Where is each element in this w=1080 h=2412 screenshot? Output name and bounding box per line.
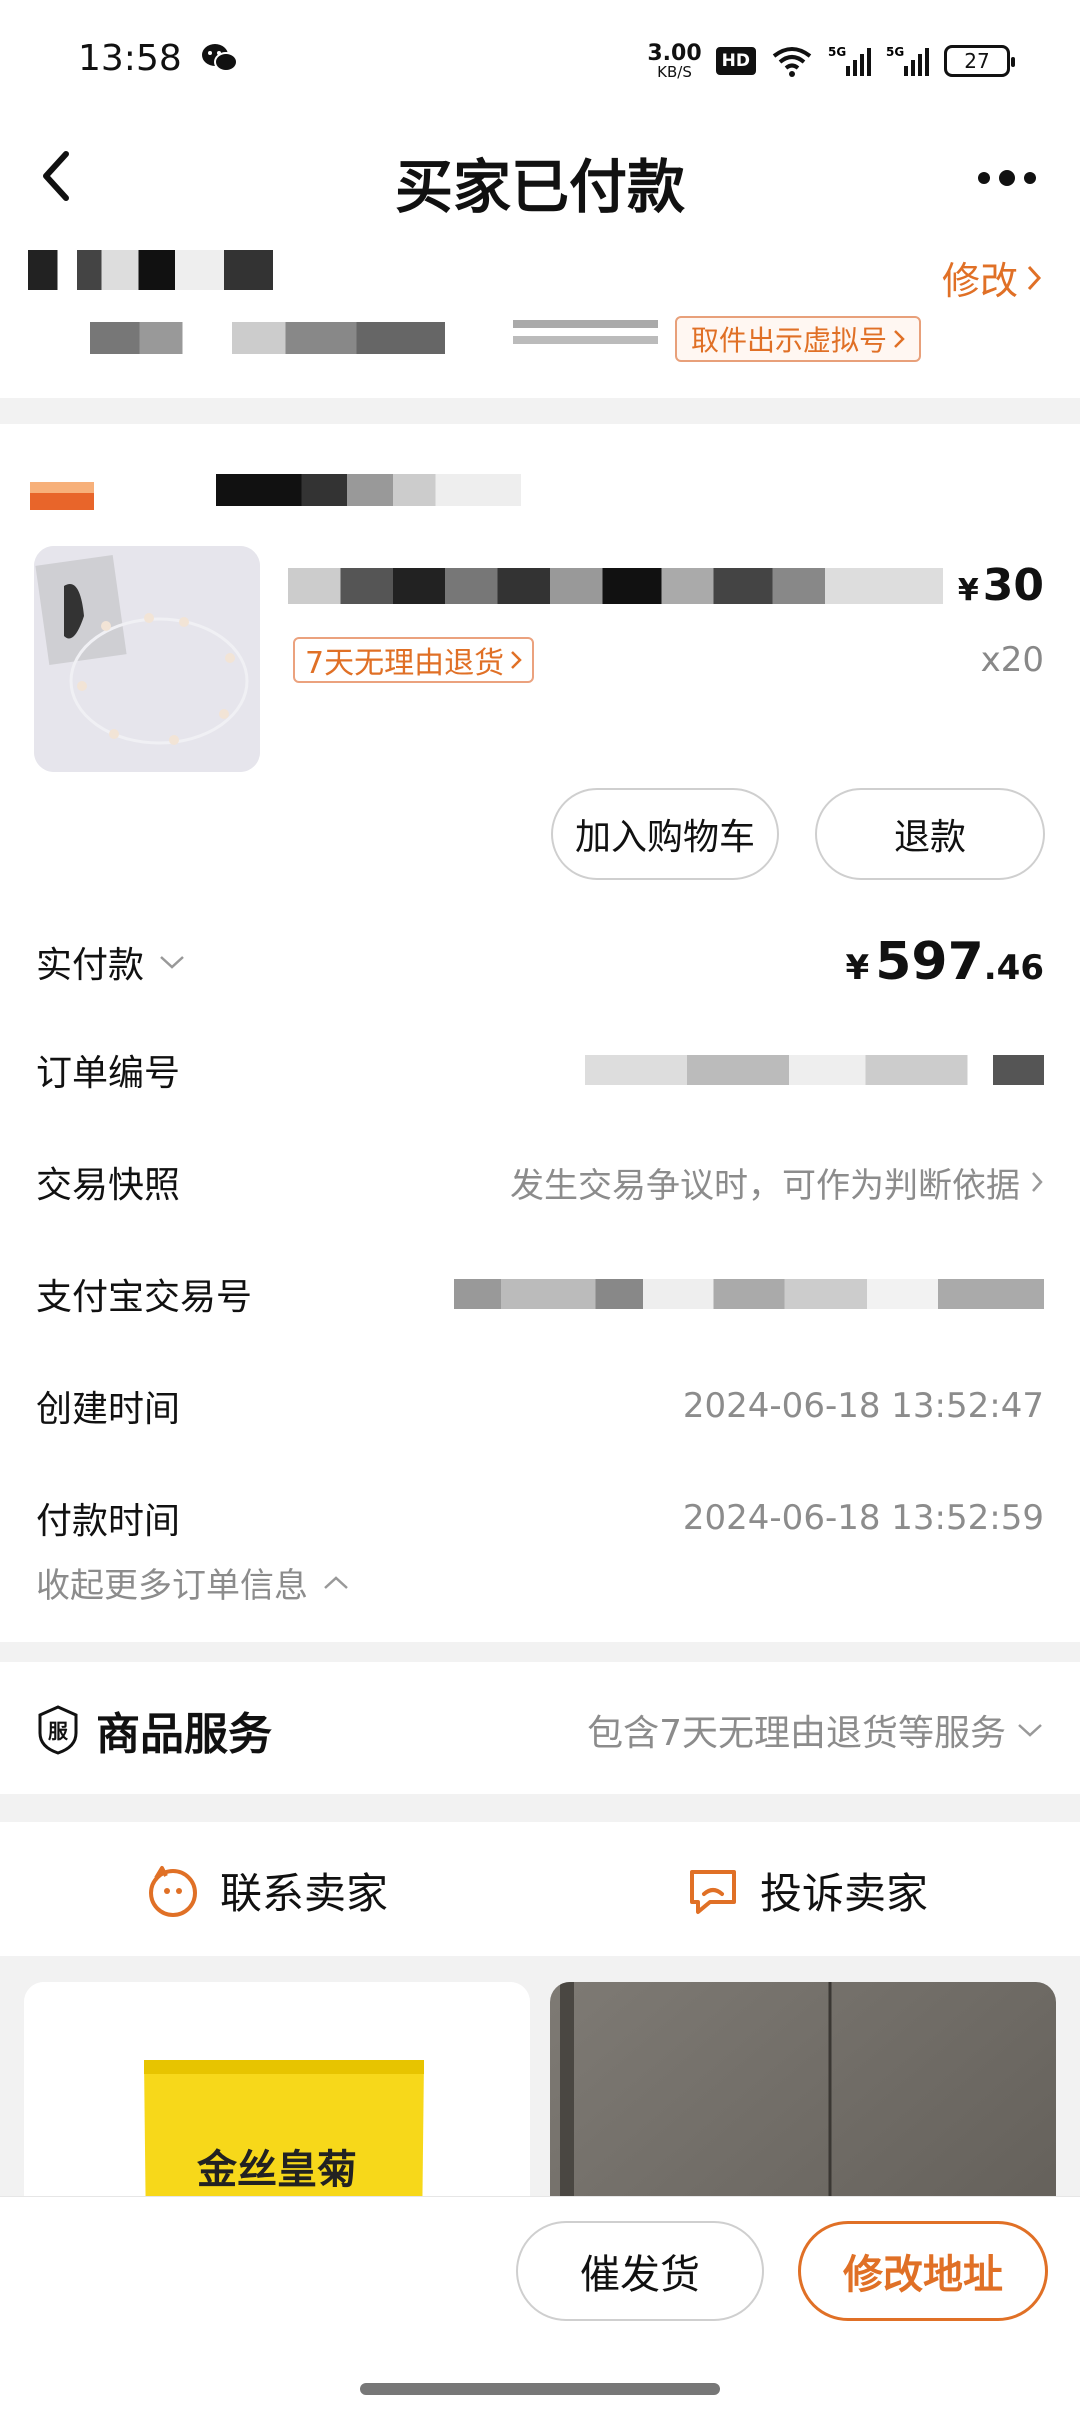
contact-seller-button[interactable]: 联系卖家 [146,1860,388,1921]
service-value: 包含7天无理由退货等服务 [587,1704,1044,1756]
chevron-down-icon [160,956,184,969]
virtual-number-button[interactable]: 取件出示虚拟号 [675,316,922,362]
paid-label-text: 实付款 [36,945,145,986]
complain-seller-label: 投诉卖家 [760,1869,929,1918]
service-title: 服 商品服务 [36,1698,272,1762]
paid-time-value: 2024-06-18 13:52:59 [682,1498,1044,1538]
order-card: ¥30 7天无理由退货 x20 加入购物车 退款 实付款 ¥ 597 .46 订… [0,424,1080,1642]
alipay-number-row: 支付宝交易号 [36,1264,1044,1324]
svg-text:服: 服 [48,1719,69,1743]
battery-level: 27 [964,49,990,73]
order-number-redacted [534,1055,1044,1085]
chevron-right-icon [511,651,522,669]
collapse-order-info[interactable]: 收起更多订单信息 [36,1558,350,1607]
service-title-text: 商品服务 [96,1709,272,1760]
address-card: 修改 取件出示虚拟号 [0,238,1080,398]
product-image[interactable] [34,546,260,772]
complaint-icon [690,1869,736,1914]
chevron-right-icon [1032,1172,1043,1192]
product-title-redacted[interactable] [288,568,943,604]
product-price-value: 30 [982,560,1044,611]
alipay-number-label: 支付宝交易号 [36,1277,253,1318]
net-speed: 3.00 KB/S [647,40,702,81]
shop-logo [30,482,94,510]
refund-button[interactable]: 退款 [815,788,1045,880]
nav-bar: 买家已付款 [0,120,1080,238]
snapshot-hint: 发生交易争议时，可作为判断依据 [510,1165,1020,1206]
product-quantity: x20 [980,640,1044,680]
chevron-up-icon [324,1575,348,1589]
paid-decimal: .46 [983,948,1044,988]
created-time-row: 创建时间 2024-06-18 13:52:47 [36,1376,1044,1436]
paid-currency: ¥ [845,948,870,988]
svg-text:5G: 5G [828,45,846,59]
net-speed-value: 3.00 [647,40,702,66]
paid-time-label: 付款时间 [36,1501,181,1542]
status-time: 13:58 [78,38,182,79]
more-icon[interactable] [974,158,1040,198]
paid-time-row: 付款时间 2024-06-18 13:52:59 [36,1488,1044,1548]
chat-face-icon [149,1865,197,1917]
product-price-currency: ¥ [957,573,979,608]
service-value-text: 包含7天无理由退货等服务 [587,1713,1006,1754]
service-badge-icon: 服 [38,1705,78,1755]
service-card[interactable]: 服 商品服务 包含7天无理由退货等服务 [0,1662,1080,1794]
recipient-info-redacted [28,250,273,290]
page-title: 买家已付款 [394,153,685,221]
add-to-cart-button[interactable]: 加入购物车 [551,788,779,880]
home-indicator[interactable] [360,2383,720,2395]
paid-integer: 597 [875,932,984,992]
hd-badge: HD [715,47,756,75]
order-number-label: 订单编号 [36,1053,181,1094]
snapshot-label: 交易快照 [36,1165,181,1206]
snapshot-row[interactable]: 交易快照 发生交易争议时，可作为判断依据 [36,1152,1044,1212]
product-photo [34,546,260,772]
paid-amount-row[interactable]: 实付款 ¥ 597 .46 [36,932,1044,992]
signal-5g-icon: 5G [828,45,871,76]
edit-address-label: 修改 [941,259,1018,303]
address-redacted-1 [90,322,445,354]
wechat-icon [202,44,238,72]
shop-name-redacted[interactable] [216,474,521,506]
bottom-action-bar: 催发货 修改地址 [0,2196,1080,2412]
contact-card: 联系卖家 投诉卖家 [0,1822,1080,1956]
complain-seller-button[interactable]: 投诉卖家 [686,1860,928,1921]
battery-icon: 27 [944,45,1015,77]
status-bar: 13:58 3.00 KB/S HD 5G 5G 27 [0,0,1080,120]
recommend-item-1-text: 金丝皇菊 [197,2146,357,2193]
snapshot-value: 发生交易争议时，可作为判断依据 [510,1158,1044,1207]
created-time-label: 创建时间 [36,1389,181,1430]
change-address-button[interactable]: 修改地址 [798,2221,1048,2321]
chevron-down-icon [1018,1724,1042,1737]
signal-5g-icon-2: 5G [886,45,929,76]
collapse-label: 收起更多订单信息 [36,1566,308,1606]
edit-address-link[interactable]: 修改 [942,250,1042,305]
paid-amount: ¥ 597 .46 [846,932,1044,992]
net-speed-unit: KB/S [657,62,692,81]
return-policy-label: 7天无理由退货 [305,646,505,681]
wifi-icon [772,47,812,77]
svg-text:5G: 5G [886,45,904,59]
product-price: ¥30 [958,560,1044,611]
virtual-number-label: 取件出示虚拟号 [691,324,888,357]
order-number-row: 订单编号 [36,1040,1044,1100]
return-policy-tag[interactable]: 7天无理由退货 [293,637,535,683]
paid-label: 实付款 [36,936,186,988]
contact-seller-label: 联系卖家 [220,1869,389,1918]
chevron-right-icon [1027,265,1042,290]
created-time-value: 2024-06-18 13:52:47 [682,1386,1044,1426]
address-redacted-2 [513,320,658,360]
chevron-right-icon [894,330,905,348]
alipay-number-redacted [454,1279,1044,1309]
urge-ship-button[interactable]: 催发货 [516,2221,764,2321]
status-right: 3.00 KB/S HD 5G 5G 27 [647,36,1015,86]
